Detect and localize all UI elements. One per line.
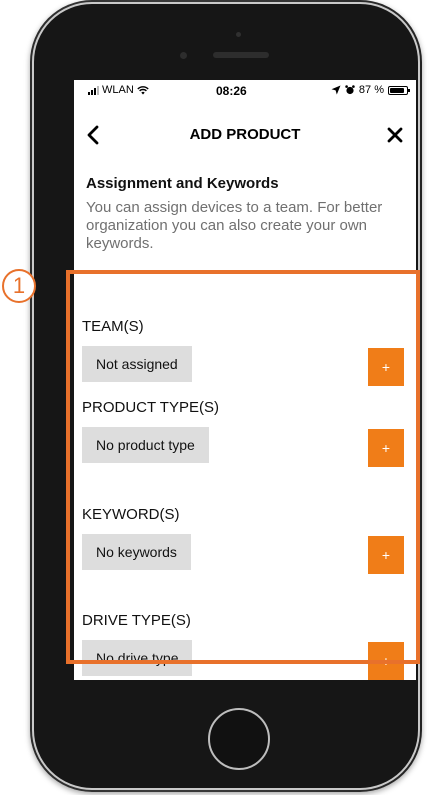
- battery-icon: [388, 85, 410, 95]
- home-button[interactable]: [208, 708, 270, 770]
- page-title: ADD PRODUCT: [189, 126, 301, 143]
- carrier-label: WLAN: [102, 84, 134, 96]
- wifi-icon: [137, 85, 149, 94]
- signal-icon: [88, 85, 99, 95]
- highlight-frame: [66, 270, 420, 664]
- battery-fill: [390, 87, 404, 93]
- earpiece-speaker: [213, 52, 269, 58]
- section-description: You can assign devices to a team. For be…: [86, 199, 383, 252]
- status-bar: WLAN 08:26 87 %: [74, 80, 416, 102]
- section-title: Assignment and Keywords: [86, 175, 279, 192]
- alarm-icon: [345, 85, 355, 95]
- proximity-sensor: [236, 32, 241, 37]
- status-left: WLAN: [88, 84, 149, 96]
- navigation-bar: ADD PRODUCT: [74, 120, 416, 150]
- close-icon: [387, 127, 403, 143]
- battery-percent: 87 %: [358, 84, 384, 96]
- close-button[interactable]: [386, 120, 404, 150]
- step-marker: 1: [2, 269, 36, 303]
- front-camera: [180, 52, 187, 59]
- location-arrow-icon: [331, 85, 341, 95]
- status-right: 87 %: [331, 84, 410, 96]
- status-time: 08:26: [216, 84, 247, 98]
